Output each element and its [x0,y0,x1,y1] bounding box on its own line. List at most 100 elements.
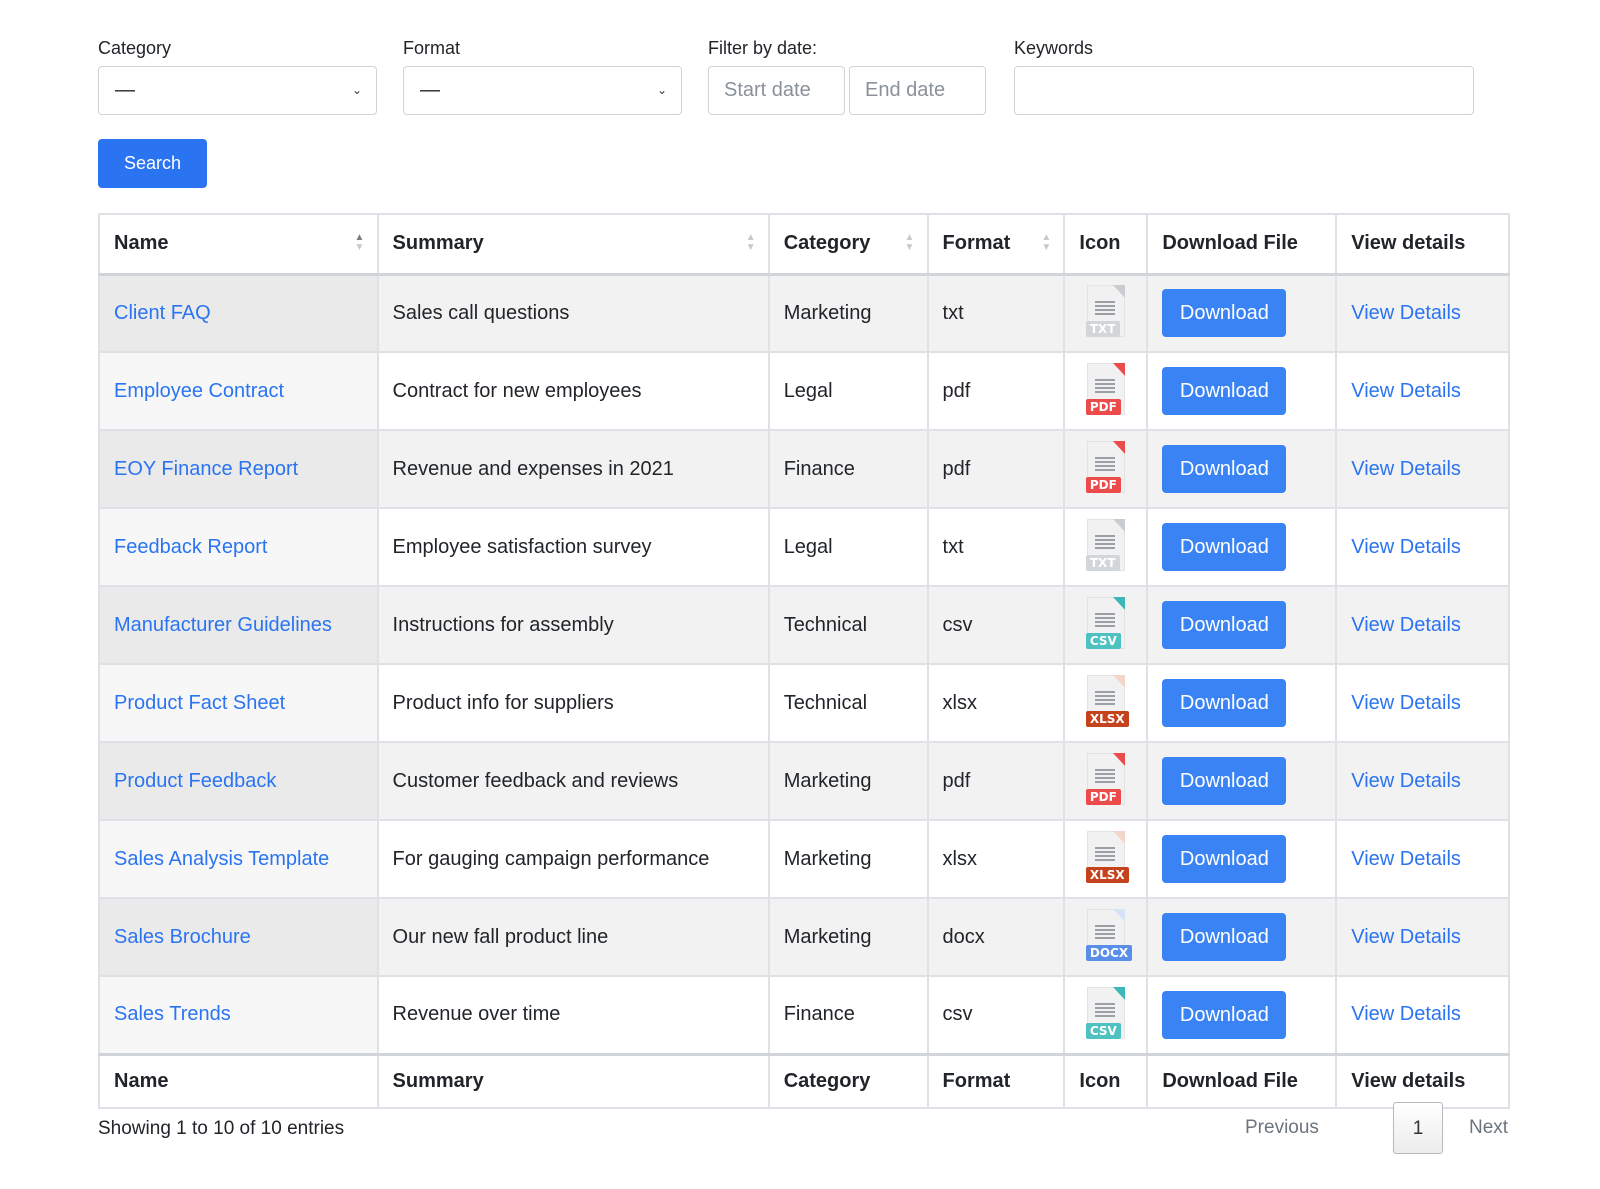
format-select[interactable]: — ⌄ [403,66,682,115]
table-row: Sales Brochure Our new fall product line M… [98,897,1510,977]
view-details-link[interactable]: View Details [1351,458,1461,480]
file-type-tag: TXT [1085,555,1120,571]
cell-format: docx [926,897,1066,977]
cell-name: Sales Analysis Template [98,819,379,899]
cell-details: View Details [1335,507,1510,587]
sort-ascending-icon: ▲ ▼ [354,232,365,253]
cell-icon: PDF [1063,429,1149,509]
table-row: Feedback Report Employee satisfaction sur… [98,507,1510,587]
table-info: Showing 1 to 10 of 10 entries [98,1118,345,1139]
download-button[interactable]: Download [1162,835,1287,883]
column-header-summary[interactable]: Summary ▲ ▼ [376,213,770,276]
column-header-name[interactable]: Name ▲ ▼ [98,213,379,276]
category-select[interactable]: — ⌄ [98,66,377,115]
download-button[interactable]: Download [1162,679,1287,727]
document-name-link[interactable]: Sales Brochure [114,926,251,948]
cell-details: View Details [1335,663,1510,743]
txt-file-icon: TXT [1083,519,1129,575]
cell-name: Product Fact Sheet [98,663,379,743]
column-header-category[interactable]: Category ▲ ▼ [767,213,929,276]
document-name-link[interactable]: Sales Analysis Template [114,848,329,870]
search-button[interactable]: Search [98,139,207,188]
footer-header-category: Category [767,1052,929,1109]
cell-format: csv [926,585,1066,665]
column-header-label: Category [783,232,871,255]
format-filter-label: Format [403,38,461,58]
pdf-file-icon: PDF [1083,363,1129,419]
document-name-link[interactable]: Product Feedback [114,770,276,792]
format-select-value: — [420,79,440,101]
cell-summary: Sales call questions [376,273,770,353]
column-header-download: Download File [1146,213,1338,276]
keywords-filter-label: Keywords [1014,38,1094,58]
file-type-tag: PDF [1085,477,1121,493]
cell-details: View Details [1335,897,1510,977]
cell-summary: Our new fall product line [376,897,770,977]
download-button[interactable]: Download [1162,445,1287,493]
file-type-tag: CSV [1085,1022,1121,1039]
file-type-tag: DOCX [1085,945,1133,961]
table-row: Product Feedback Customer feedback and re… [98,741,1510,821]
view-details-link[interactable]: View Details [1351,302,1461,324]
view-details-link[interactable]: View Details [1351,614,1461,636]
next-page-button[interactable]: Next [1469,1102,1508,1154]
document-name-link[interactable]: Employee Contract [114,380,284,402]
previous-page-button[interactable]: Previous [1245,1102,1319,1154]
cell-category: Legal [767,351,929,431]
document-name-link[interactable]: Manufacturer Guidelines [114,614,332,636]
footer-header-name: Name [98,1052,379,1109]
cell-details: View Details [1335,351,1510,431]
download-button[interactable]: Download [1162,367,1287,415]
document-name-link[interactable]: Sales Trends [114,1003,231,1025]
cell-icon: XLSX [1063,819,1149,899]
document-name-link[interactable]: Feedback Report [114,536,267,558]
document-name-link[interactable]: Product Fact Sheet [114,692,285,714]
cell-details: View Details [1335,585,1510,665]
download-button[interactable]: Download [1162,990,1287,1039]
cell-format: pdf [926,351,1066,431]
view-details-link[interactable]: View Details [1351,848,1461,870]
date-filter: Filter by date: Start date End date [708,36,986,115]
cell-summary: Instructions for assembly [376,585,770,665]
download-button[interactable]: Download [1162,523,1287,571]
document-name-link[interactable]: Client FAQ [114,302,211,324]
sort-icon: ▲ ▼ [745,232,756,253]
cell-category: Technical [767,663,929,743]
download-button[interactable]: Download [1162,601,1287,649]
view-details-link[interactable]: View Details [1351,926,1461,948]
cell-download: Download [1146,273,1338,353]
view-details-link[interactable]: View Details [1351,536,1461,558]
footer-header-icon: Icon [1063,1052,1149,1109]
table-row: Product Fact Sheet Product info for suppl… [98,663,1510,743]
end-date-input[interactable]: End date [849,66,986,115]
download-button[interactable]: Download [1162,289,1287,338]
view-details-link[interactable]: View Details [1351,692,1461,714]
view-details-link[interactable]: View Details [1351,1003,1461,1025]
column-header-format[interactable]: Format ▲ ▼ [926,213,1066,276]
document-name-link[interactable]: EOY Finance Report [114,458,298,480]
column-header-label: Format [942,232,1011,255]
keywords-input[interactable] [1014,66,1474,115]
cell-icon: DOCX [1063,897,1149,977]
cell-category: Finance [767,429,929,509]
cell-download: Download [1146,819,1338,899]
cell-category: Marketing [767,273,929,353]
table-footer-row: Name Summary Category Format Icon Downlo… [98,1052,1510,1109]
view-details-link[interactable]: View Details [1351,770,1461,792]
keywords-filter: Keywords [1014,36,1474,115]
cell-download: Download [1146,975,1338,1055]
cell-summary: Customer feedback and reviews [376,741,770,821]
download-button[interactable]: Download [1162,913,1287,961]
file-type-tag: PDF [1085,399,1121,415]
footer-header-summary: Summary [376,1052,770,1109]
view-details-link[interactable]: View Details [1351,380,1461,402]
page-1-button[interactable]: 1 [1393,1102,1443,1154]
cell-download: Download [1146,897,1338,977]
table-row: Employee Contract Contract for new employ… [98,351,1510,431]
start-date-input[interactable]: Start date [708,66,845,115]
cell-download: Download [1146,429,1338,509]
table-row: Sales Trends Revenue over time Finance csv C… [98,975,1510,1055]
download-button[interactable]: Download [1162,757,1287,805]
table-row: EOY Finance Report Revenue and expenses i… [98,429,1510,509]
xlsx-file-icon: XLSX [1083,675,1129,731]
